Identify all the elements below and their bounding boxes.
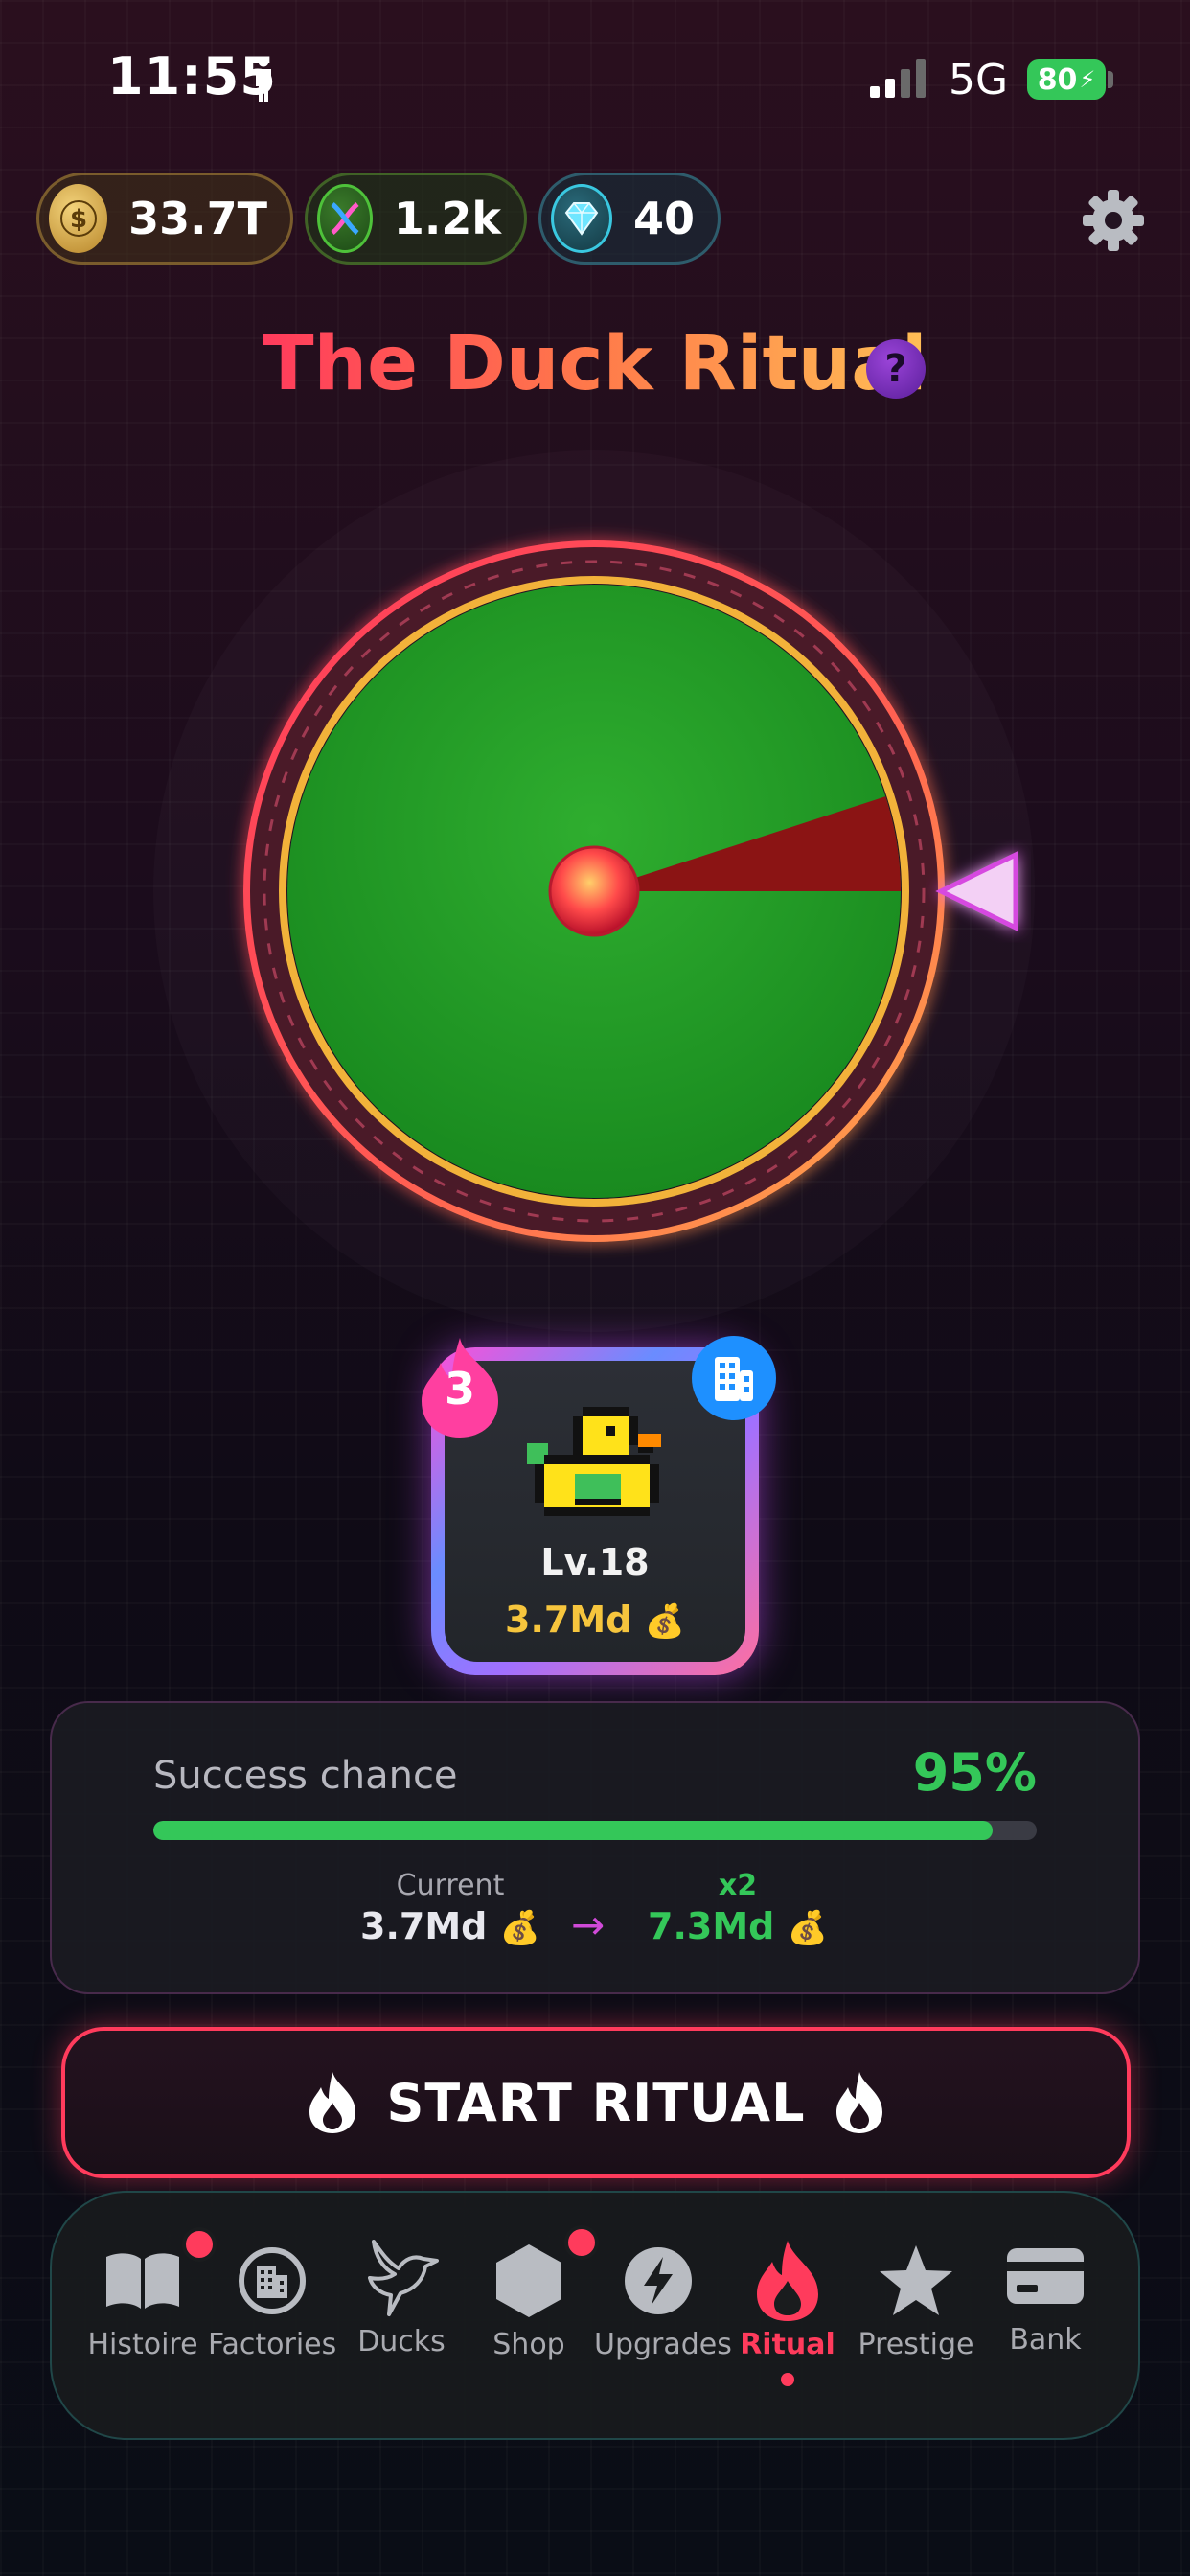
question-icon: ? (884, 347, 907, 391)
start-ritual-label: START RITUAL (386, 2072, 806, 2133)
tab-label: Ducks (357, 2325, 446, 2358)
diamond-icon (551, 184, 612, 253)
charging-icon: ⚡ (1079, 66, 1096, 93)
streak-count: 3 (444, 1363, 475, 1414)
money-value: 33.7T (128, 193, 267, 244)
tab-label: Prestige (858, 2328, 974, 2361)
help-button[interactable]: ? (866, 339, 926, 399)
duck-icon (527, 1407, 661, 1516)
gem-value: 40 (632, 193, 695, 244)
wheel-hub (548, 845, 640, 937)
hexagon-icon (486, 2238, 572, 2324)
success-progress-bar (153, 1821, 1037, 1840)
battery-level: 80 (1037, 62, 1078, 97)
bolt-icon (615, 2238, 701, 2324)
success-label: Success chance (153, 1754, 458, 1798)
flame-icon (744, 2238, 831, 2324)
battery-tip (1108, 71, 1113, 88)
tab-label: Shop (492, 2328, 565, 2361)
current-value: 3.7Md 💰 (316, 1905, 584, 1947)
tab-bank[interactable]: Bank (981, 2233, 1110, 2357)
tab-label: Bank (1009, 2323, 1082, 2357)
tab-upgrades[interactable]: Upgrades (594, 2238, 732, 2361)
dna-value: 1.2k (393, 193, 501, 244)
book-icon (100, 2238, 186, 2324)
flame-icon (835, 2072, 882, 2133)
duck-level: Lv.18 (540, 1541, 650, 1583)
current-amount: 3.7Md (360, 1905, 488, 1947)
tab-label: Upgrades (594, 2328, 732, 2361)
multiplier-label: x2 (718, 1869, 758, 1902)
person-icon (256, 56, 271, 102)
network-type: 5G (949, 56, 1009, 104)
factory-badge (692, 1336, 776, 1420)
reward-amount: 7.3Md (648, 1905, 775, 1947)
gem-counter[interactable]: 40 (538, 172, 721, 264)
tab-label: Ritual (740, 2328, 835, 2361)
money-bag-icon: 💰 (644, 1602, 685, 1641)
gear-icon[interactable] (1079, 186, 1148, 255)
tab-prestige[interactable]: Prestige (852, 2238, 980, 2361)
card-icon (1002, 2233, 1088, 2319)
tab-label: Histoire (87, 2328, 198, 2361)
success-percent: 95% (912, 1742, 1037, 1803)
money-bag-icon: 💰 (499, 1909, 540, 1947)
start-ritual-button[interactable]: START RITUAL (61, 2027, 1131, 2178)
active-tab-indicator (781, 2373, 794, 2386)
tab-label: Factories (208, 2328, 337, 2361)
tab-ducks[interactable]: Ducks (337, 2235, 466, 2358)
arrow-right-icon: → (571, 1901, 606, 1948)
page-title: The Duck Ritual (263, 321, 927, 407)
ritual-wheel (243, 540, 1018, 1242)
bird-icon (358, 2235, 445, 2321)
money-bag-icon: $ (49, 184, 108, 253)
tab-ritual[interactable]: Ritual (723, 2238, 852, 2361)
money-counter[interactable]: $ 33.7T (36, 172, 293, 264)
duck-value: 3.7Md 💰 (445, 1598, 745, 1641)
money-bag-icon: 💰 (787, 1909, 828, 1947)
factory-icon (229, 2238, 315, 2324)
building-icon (715, 1357, 753, 1401)
reward-value: 7.3Md 💰 (642, 1905, 834, 1947)
dna-icon (317, 184, 373, 253)
success-progress-fill (153, 1821, 993, 1840)
svg-text:$: $ (70, 205, 87, 234)
dna-counter[interactable]: 1.2k (305, 172, 527, 264)
tab-factories[interactable]: Factories (208, 2238, 336, 2361)
battery-indicator: 80 ⚡ (1027, 59, 1106, 100)
duck-value-amount: 3.7Md (505, 1598, 632, 1641)
flame-icon (309, 2072, 356, 2133)
signal-icon (870, 59, 926, 98)
star-icon (873, 2238, 959, 2324)
current-label: Current (396, 1869, 505, 1902)
